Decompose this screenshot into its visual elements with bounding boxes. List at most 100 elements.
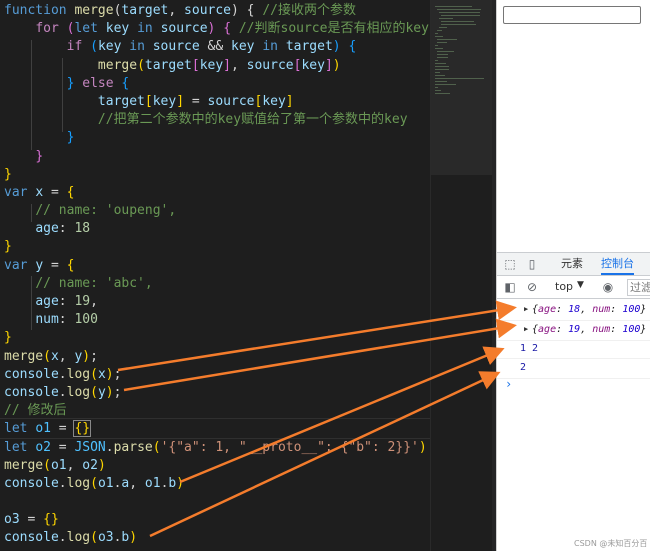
code-token: : — [58, 221, 75, 237]
code-line[interactable]: console.log(o3.b) — [4, 529, 429, 547]
code-line[interactable]: if (key in source && key in target) { — [4, 38, 429, 56]
code-token: '{"a": 1, "__proto__": {"b": 2}}' — [160, 439, 419, 455]
device-toolbar-icon[interactable]: ▯ — [525, 257, 539, 271]
minimap-line — [435, 69, 449, 70]
code-token: let — [74, 21, 106, 37]
code-line[interactable]: console.log(y); — [4, 384, 429, 402]
code-token: log — [66, 530, 91, 546]
expand-triangle-icon[interactable]: ▶ — [524, 325, 528, 333]
code-token: . — [58, 384, 67, 400]
code-line[interactable]: } — [4, 148, 429, 166]
code-line[interactable]: merge(x, y); — [4, 348, 429, 366]
code-token: function — [4, 3, 75, 18]
code-line[interactable]: merge(target[key], source[key]) — [4, 57, 429, 75]
minimap-line — [435, 72, 441, 73]
code-token: ) { — [231, 3, 263, 18]
code-token: o1 — [35, 421, 51, 437]
code-token: ] — [324, 57, 333, 73]
code-line[interactable]: console.log(o1.a, o1.b) — [4, 475, 429, 493]
code-line[interactable]: o3 = {} — [4, 511, 429, 529]
chevron-down-icon[interactable]: ▼ — [577, 280, 584, 290]
code-token: // name: 'abc', — [35, 275, 153, 291]
code-line[interactable]: console.log(x); — [4, 366, 429, 384]
expand-triangle-icon[interactable]: ▶ — [524, 305, 528, 313]
code-line[interactable]: } — [4, 166, 429, 184]
code-line[interactable]: num: 100 — [4, 311, 429, 329]
console-log-row[interactable]: ▶ {age: 19, num: 100} — [497, 320, 650, 341]
code-token: x — [50, 348, 59, 364]
code-token: o1 — [50, 457, 67, 473]
code-token: , — [168, 3, 185, 18]
code-token: for — [35, 21, 67, 37]
code-token: = — [19, 512, 44, 528]
code-token: [ — [144, 93, 153, 109]
sidebar-toggle-icon[interactable]: ◧ — [503, 280, 517, 294]
code-line[interactable]: // 修改后 — [4, 402, 429, 420]
filter-input[interactable]: 过滤 — [627, 279, 650, 296]
code-token: { — [66, 184, 75, 200]
page-text-input[interactable] — [503, 6, 641, 24]
code-line[interactable]: } — [4, 238, 429, 256]
code-editor[interactable]: function merge(target, source) { //接收两个参… — [0, 0, 430, 551]
code-token: //接收两个参数 — [262, 3, 356, 18]
eye-icon[interactable]: ◉ — [601, 280, 615, 294]
minimap[interactable] — [430, 0, 493, 551]
code-line[interactable]: let o1 = {} — [4, 420, 429, 438]
code-line[interactable]: function merge(target, source) { //接收两个参… — [4, 2, 429, 20]
minimap-line — [437, 9, 482, 10]
minimap-line — [435, 45, 438, 46]
console-output-text: 2 — [520, 362, 527, 373]
code-token: } — [4, 239, 12, 255]
code-token: key — [105, 21, 130, 37]
code-line[interactable]: } else { — [4, 75, 429, 93]
code-token: merge — [97, 57, 138, 73]
code-line[interactable]: age: 18 — [4, 220, 429, 238]
code-token: ] — [176, 93, 185, 109]
code-line[interactable]: for (let key in source) { //判断source是否有相… — [4, 20, 429, 38]
code-line[interactable]: age: 19, — [4, 293, 429, 311]
context-selector[interactable]: top — [555, 280, 573, 293]
code-token: , — [90, 294, 98, 309]
code-token: log — [66, 475, 91, 491]
code-line[interactable] — [4, 493, 429, 511]
code-line[interactable]: target[key] = source[key] — [4, 93, 429, 111]
console-prompt[interactable]: › — [505, 377, 512, 391]
code-line[interactable]: let o2 = JSON.parse('{"a": 1, "__proto__… — [4, 439, 429, 457]
console-log-row: 1 2 — [497, 340, 650, 359]
code-token: ) — [105, 384, 114, 400]
code-token: ( — [90, 39, 98, 55]
minimap-line — [437, 54, 448, 55]
code-line[interactable]: //把第二个参数中的key赋值给了第一个参数中的key — [4, 111, 429, 129]
minimap-line — [435, 93, 451, 94]
code-token: age — [35, 294, 59, 309]
clear-console-icon[interactable]: ⊘ — [525, 280, 539, 294]
code-token: if — [66, 39, 91, 55]
code-line[interactable]: // name: 'abc', — [4, 275, 429, 293]
code-token: o3 — [97, 530, 114, 546]
minimap-line — [437, 51, 455, 52]
code-token: in — [129, 21, 161, 37]
inspect-element-icon[interactable]: ⬚ — [503, 257, 517, 271]
tab-elements[interactable]: 元素 — [561, 253, 583, 275]
code-token: o2 — [82, 457, 98, 473]
code-token: //把第二个参数中的key赋值给了第一个参数中的key — [97, 112, 408, 128]
object-preview: {age: 18, num: 100} — [532, 304, 647, 315]
tab-console[interactable]: 控制台 — [601, 253, 634, 275]
code-token: key — [231, 39, 255, 55]
code-line[interactable]: } — [4, 329, 429, 347]
code-token: ( — [152, 439, 161, 455]
code-line[interactable]: } — [4, 129, 429, 147]
code-line[interactable]: merge(o1, o2) — [4, 457, 429, 475]
code-line[interactable]: var y = { — [4, 257, 429, 275]
code-token: source — [184, 3, 232, 18]
code-token: ) — [418, 439, 427, 455]
console-log-row[interactable]: ▶ {age: 18, num: 100} — [497, 300, 650, 321]
code-line[interactable]: var x = { — [4, 184, 429, 202]
code-line[interactable]: // name: 'oupeng', — [4, 202, 429, 220]
